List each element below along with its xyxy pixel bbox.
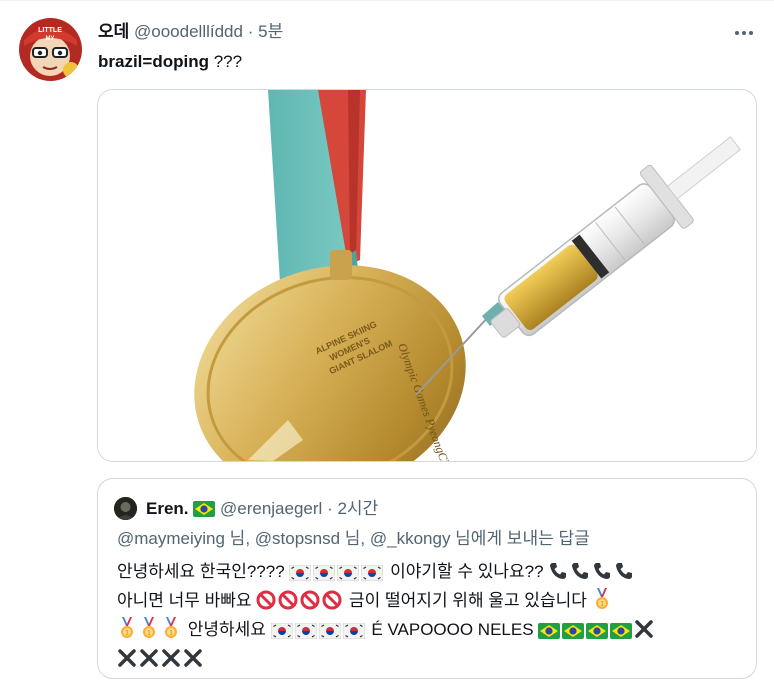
avatar[interactable]: LITTLE MY bbox=[19, 18, 82, 81]
top-divider bbox=[0, 0, 774, 1]
avatar-text-bottom: MY bbox=[46, 36, 55, 42]
quoted-line-3: 111 안녕하세요 É VAPOOOO NELES bbox=[117, 615, 747, 644]
telephone-icon bbox=[592, 561, 612, 581]
display-name[interactable]: 오데 bbox=[98, 22, 129, 41]
prohibited-icon bbox=[278, 590, 298, 610]
quoted-separator-dot: · bbox=[327, 499, 333, 518]
prohibited-icon bbox=[322, 590, 342, 610]
brazil-flag-icon bbox=[586, 623, 609, 639]
korea-flag-icon bbox=[289, 565, 312, 581]
telephone-icon bbox=[570, 561, 590, 581]
quoted-line1-mid: 이야기할 수 있나요?? bbox=[385, 562, 549, 581]
timestamp[interactable]: 5분 bbox=[258, 22, 283, 41]
quoted-handle[interactable]: @erenjaegerl bbox=[220, 499, 322, 518]
prohibited-icon bbox=[300, 590, 320, 610]
more-icon[interactable] bbox=[733, 22, 755, 44]
korea-flag-icon bbox=[294, 623, 317, 639]
quoted-timestamp[interactable]: 2시간 bbox=[337, 499, 378, 518]
quoted-line-4 bbox=[117, 644, 747, 673]
separator-dot: · bbox=[247, 22, 254, 41]
quoted-header: Eren. @erenjaegerl · 2시간 bbox=[146, 498, 378, 523]
brazil-flag-icon bbox=[610, 623, 633, 639]
korea-flag-icon bbox=[342, 623, 365, 639]
telephone-icon bbox=[614, 561, 634, 581]
quoted-line3-mid: 안녕하세요 bbox=[183, 620, 271, 639]
cross-mark-icon bbox=[634, 619, 654, 639]
brazil-flag-icon bbox=[562, 623, 585, 639]
brazil-flag-icon bbox=[538, 623, 561, 639]
gold-medal-icon: 1 bbox=[592, 588, 612, 610]
tweet-media-image[interactable]: ALPINE SKIING WOMEN'S GIANT SLALOM Olymp… bbox=[97, 89, 757, 462]
korea-flag-icon bbox=[337, 565, 360, 581]
cross-mark-icon bbox=[183, 648, 203, 668]
brazil-flag-icon bbox=[193, 501, 216, 523]
gold-medal-icon: 1 bbox=[117, 617, 137, 639]
korea-flag-icon bbox=[270, 623, 293, 639]
tweet-text-rest: ??? bbox=[208, 52, 243, 71]
quoted-avatar[interactable] bbox=[114, 497, 137, 520]
cross-mark-icon bbox=[139, 648, 159, 668]
korea-flag-icon bbox=[313, 565, 336, 581]
cross-mark-icon bbox=[161, 648, 181, 668]
telephone-icon bbox=[548, 561, 568, 581]
replying-to: @maymeiying 님, @stopsnsd 님, @_kkongy 님에게… bbox=[117, 529, 590, 548]
quoted-line-1: 안녕하세요 한국인???? 이야기할 수 있나요?? bbox=[117, 557, 747, 586]
user-handle[interactable]: @ooodelllíddd bbox=[134, 22, 243, 41]
quoted-line3-tail: É VAPOOOO NELES bbox=[366, 620, 539, 639]
tweet-header: 오데 @ooodelllíddd · 5분 bbox=[98, 21, 283, 43]
quoted-line2-text: 아니면 너무 바빠요 bbox=[117, 591, 257, 610]
quoted-line2-mid: 금이 떨어지기 위해 울고 있습니다 bbox=[344, 591, 592, 610]
avatar-text-top: LITTLE bbox=[38, 27, 62, 34]
korea-flag-icon bbox=[318, 623, 341, 639]
tweet-text: brazil=doping ??? bbox=[98, 51, 242, 73]
quoted-tweet[interactable]: Eren. @erenjaegerl · 2시간 @maymeiying 님, … bbox=[97, 478, 757, 679]
tweet-text-bold: brazil=doping bbox=[98, 52, 209, 71]
quoted-display-name[interactable]: Eren. bbox=[146, 499, 189, 518]
quoted-text: 안녕하세요 한국인???? 이야기할 수 있나요?? 아니면 너무 바빠요 금이… bbox=[117, 557, 747, 673]
quoted-line1-text: 안녕하세요 한국인???? bbox=[117, 562, 290, 581]
gold-medal-icon: 1 bbox=[139, 617, 159, 639]
quoted-line-2: 아니면 너무 바빠요 금이 떨어지기 위해 울고 있습니다 1 bbox=[117, 586, 747, 615]
prohibited-icon bbox=[256, 590, 276, 610]
cross-mark-icon bbox=[117, 648, 137, 668]
gold-medal-icon: 1 bbox=[161, 617, 181, 639]
korea-flag-icon bbox=[361, 565, 384, 581]
